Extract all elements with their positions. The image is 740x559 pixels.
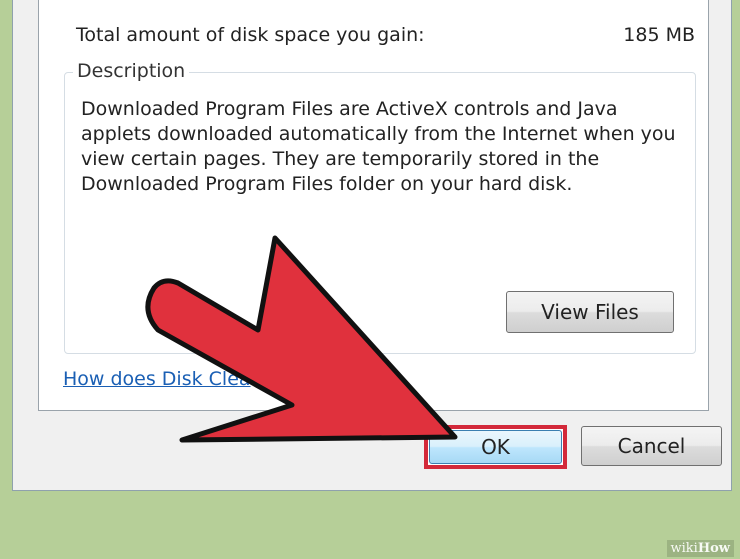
watermark-prefix: wiki xyxy=(670,541,698,556)
pointer-arrow-annotation xyxy=(145,235,458,443)
wikihow-watermark: wikiHow xyxy=(666,540,734,557)
watermark-suffix: How xyxy=(697,541,730,556)
